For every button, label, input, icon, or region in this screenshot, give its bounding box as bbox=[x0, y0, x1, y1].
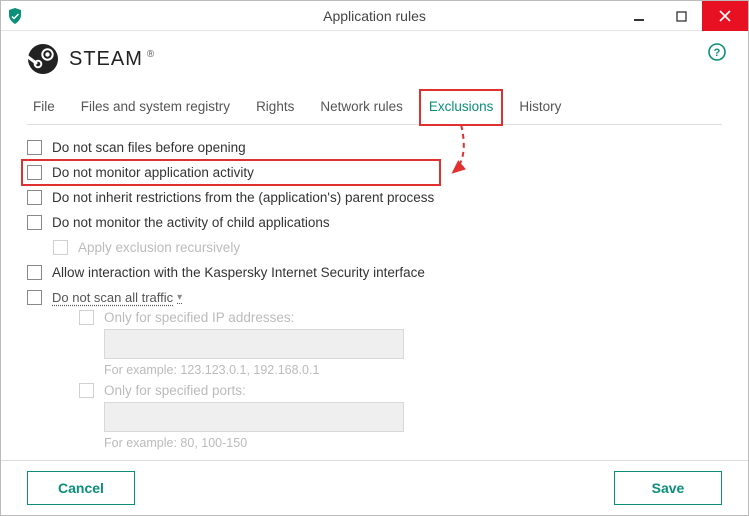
checkbox-no-inherit-restrictions[interactable] bbox=[27, 190, 42, 205]
option-no-scan-before-open: Do not scan files before opening bbox=[27, 135, 722, 160]
option-no-scan-all-traffic: Do not scan all traffic ▾ bbox=[27, 285, 722, 310]
footer: Cancel Save bbox=[1, 460, 748, 515]
registered-mark: ® bbox=[147, 49, 154, 60]
close-button[interactable] bbox=[702, 1, 748, 31]
chevron-down-icon: ▾ bbox=[177, 292, 182, 303]
tab-exclusions[interactable]: Exclusions bbox=[427, 93, 496, 124]
option-no-monitor-child: Do not monitor the activity of child app… bbox=[27, 210, 722, 235]
window: Application rules STEAM ® ? File Files a bbox=[0, 0, 749, 516]
label-only-ports: Only for specified ports: bbox=[104, 383, 246, 398]
sub-only-ip: Only for specified IP addresses: For exa… bbox=[27, 310, 722, 377]
tab-history[interactable]: History bbox=[517, 93, 563, 124]
option-no-inherit-restrictions: Do not inherit restrictions from the (ap… bbox=[27, 185, 722, 210]
input-only-ip bbox=[104, 329, 404, 359]
minimize-button[interactable] bbox=[618, 1, 660, 31]
hint-only-ports: For example: 80, 100-150 bbox=[104, 436, 722, 450]
save-button[interactable]: Save bbox=[614, 471, 722, 505]
checkbox-apply-recursive bbox=[53, 240, 68, 255]
maximize-button[interactable] bbox=[660, 1, 702, 31]
steam-logo-icon bbox=[27, 43, 59, 75]
checkbox-no-monitor-child[interactable] bbox=[27, 215, 42, 230]
checkbox-no-monitor-activity[interactable] bbox=[27, 165, 42, 180]
checkbox-allow-kis-interaction[interactable] bbox=[27, 265, 42, 280]
option-no-monitor-activity: Do not monitor application activity bbox=[27, 160, 722, 185]
option-apply-recursive: Apply exclusion recursively bbox=[27, 235, 722, 260]
sub-only-ports-row: Only for specified ports: bbox=[79, 383, 722, 398]
checkbox-no-scan-all-traffic[interactable] bbox=[27, 290, 42, 305]
label-no-inherit-restrictions: Do not inherit restrictions from the (ap… bbox=[52, 190, 434, 205]
sub-only-ports: Only for specified ports: For example: 8… bbox=[27, 383, 722, 450]
titlebar: Application rules bbox=[1, 1, 748, 31]
tab-network-rules[interactable]: Network rules bbox=[318, 93, 405, 124]
window-controls bbox=[618, 1, 748, 31]
checkbox-no-scan-before-open[interactable] bbox=[27, 140, 42, 155]
hint-only-ip: For example: 123.123.0.1, 192.168.0.1 bbox=[104, 363, 722, 377]
tab-rights[interactable]: Rights bbox=[254, 93, 296, 124]
tab-file[interactable]: File bbox=[31, 93, 57, 124]
dropdown-no-scan-all-traffic[interactable]: Do not scan all traffic ▾ bbox=[52, 290, 182, 305]
option-allow-kis-interaction: Allow interaction with the Kaspersky Int… bbox=[27, 260, 722, 285]
tabs: File Files and system registry Rights Ne… bbox=[27, 93, 722, 125]
tab-files-registry[interactable]: Files and system registry bbox=[79, 93, 232, 124]
content-area: Do not scan files before opening Do not … bbox=[1, 125, 748, 460]
app-brand: STEAM ® bbox=[27, 43, 722, 75]
shield-icon bbox=[7, 8, 23, 24]
input-only-ports bbox=[104, 402, 404, 432]
help-icon[interactable]: ? bbox=[708, 43, 726, 61]
checkbox-only-ip bbox=[79, 310, 94, 325]
label-no-scan-all-traffic: Do not scan all traffic bbox=[52, 290, 173, 305]
sub-only-ip-row: Only for specified IP addresses: bbox=[79, 310, 722, 325]
label-apply-recursive: Apply exclusion recursively bbox=[78, 240, 240, 255]
label-no-scan-before-open: Do not scan files before opening bbox=[52, 140, 246, 155]
checkbox-only-ports bbox=[79, 383, 94, 398]
label-allow-kis-interaction: Allow interaction with the Kaspersky Int… bbox=[52, 265, 425, 280]
app-name: STEAM bbox=[69, 48, 143, 71]
label-no-monitor-child: Do not monitor the activity of child app… bbox=[52, 215, 330, 230]
svg-text:?: ? bbox=[714, 47, 721, 59]
header: STEAM ® ? File Files and system registry… bbox=[1, 31, 748, 125]
label-only-ip: Only for specified IP addresses: bbox=[104, 310, 294, 325]
cancel-button[interactable]: Cancel bbox=[27, 471, 135, 505]
label-no-monitor-activity: Do not monitor application activity bbox=[52, 165, 254, 180]
